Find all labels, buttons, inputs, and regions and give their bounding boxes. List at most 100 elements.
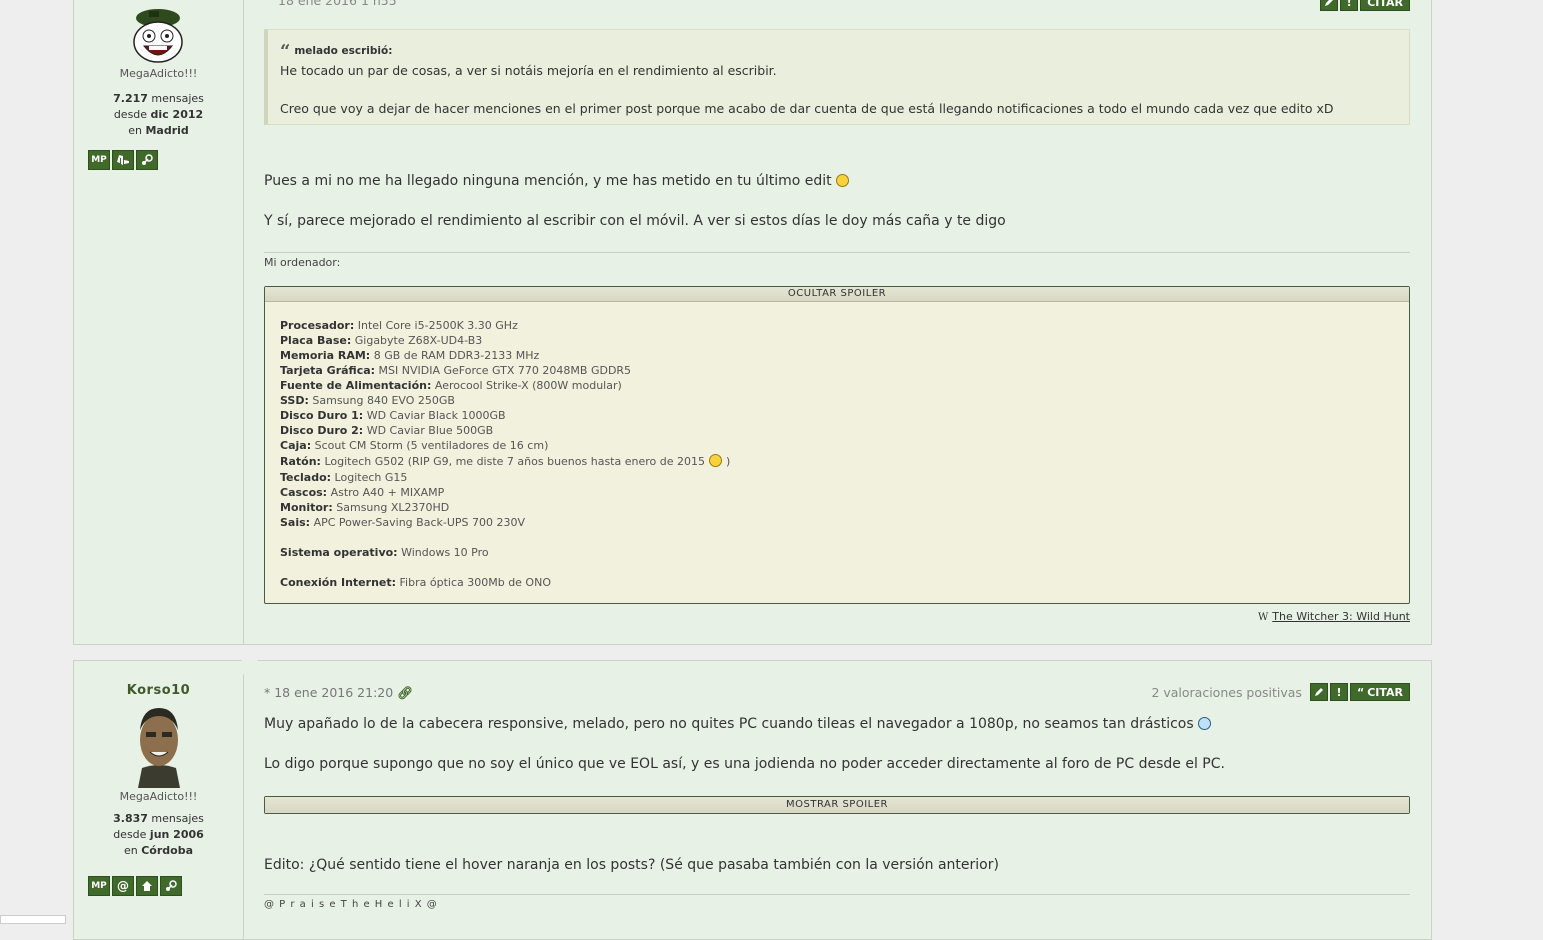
spoiler-box: OCULTAR SPOILER Procesador: Intel Core i…	[264, 286, 1410, 604]
user-stats: 7.217 mensajes desde dic 2012 en Madrid	[74, 91, 243, 139]
location: Córdoba	[141, 844, 194, 857]
spec-list: Procesador: Intel Core i5-2500K 3.30 GHz…	[265, 302, 1409, 606]
quote-block: “melado escribió: He tocado un par de co…	[264, 29, 1410, 125]
spec-value: Fibra óptica 300Mb de ONO	[399, 576, 551, 589]
signature-divider	[264, 252, 1410, 253]
spec-key: Monitor:	[280, 501, 333, 514]
spec-key: Caja:	[280, 439, 312, 452]
spec-value: Scout CM Storm (5 ventiladores de 16 cm)	[314, 439, 549, 452]
spec-row: Disco Duro 1: WD Caviar Black 1000GB	[280, 408, 1394, 423]
post-date[interactable]: 18 ene 2016 21:20	[274, 685, 393, 700]
post-paragraph: Y sí, parece mejorado el rendimiento al …	[264, 213, 1006, 229]
user-info-panel: MegaAdicto!!! 7.217 mensajes desde dic 2…	[74, 0, 244, 644]
spec-key: Teclado:	[280, 471, 332, 484]
citar-label: CITAR	[1367, 685, 1403, 699]
spec-value: Samsung 840 EVO 250GB	[312, 394, 455, 407]
user-stats: 3.837 mensajes desde jun 2006 en Córdoba	[74, 811, 243, 859]
signature: @ P r a i s e T h e H e l i X @	[264, 899, 438, 910]
report-button[interactable]: !	[1329, 683, 1348, 701]
spec-key: Placa Base:	[280, 334, 352, 347]
spec-value: Gigabyte Z68X-UD4-B3	[354, 334, 483, 347]
hide-spoiler-button[interactable]: OCULTAR SPOILER	[265, 287, 1409, 302]
since-word: desde	[113, 108, 148, 121]
post-meta: * 18 ene 2016 21:20 🔗︎	[264, 685, 413, 701]
spec-key: Ratón:	[280, 455, 321, 468]
posts-count: 3.837	[113, 812, 148, 825]
forum-post: Korso10 MegaAdicto!!! 3.837 mensajes des…	[73, 660, 1432, 940]
quote-icon: “	[1356, 685, 1365, 699]
post-paragraph: Muy apañado lo de la cabecera responsive…	[264, 716, 1410, 732]
in-word: en	[123, 844, 138, 857]
spec-row: Cascos: Astro A40 + MIXAMP	[280, 485, 1394, 500]
spec-row: Conexión Internet: Fibra óptica 300Mb de…	[280, 575, 1394, 590]
spec-key: Tarjeta Gráfica:	[280, 364, 376, 377]
at-icon[interactable]: @	[112, 876, 134, 896]
avatar[interactable]	[127, 702, 190, 788]
paragraph-text: Pues a mi no me ha llegado ninguna menci…	[264, 173, 832, 189]
mp-icon[interactable]: MP	[88, 150, 110, 170]
since-date: dic 2012	[150, 108, 204, 121]
spec-key: Procesador:	[280, 319, 355, 332]
spec-row: Placa Base: Gigabyte Z68X-UD4-B3	[280, 333, 1394, 348]
spec-key: Cascos:	[280, 486, 328, 499]
show-spoiler-button[interactable]: MOSTRAR SPOILER	[265, 797, 1409, 813]
spec-row: Disco Duro 2: WD Caviar Blue 500GB	[280, 423, 1394, 438]
posts-count: 7.217	[113, 92, 148, 105]
posts-word: mensajes	[151, 92, 204, 105]
quote-button[interactable]: CITAR	[1360, 0, 1410, 11]
spec-value: Intel Core i5-2500K 3.30 GHz	[357, 319, 518, 332]
spec-row: Teclado: Logitech G15	[280, 470, 1394, 485]
steam-icon[interactable]	[136, 150, 158, 170]
post-paragraph: Pues a mi no me ha llegado ninguna menci…	[264, 173, 1410, 189]
spec-value: Aerocool Strike-X (800W modular)	[434, 379, 622, 392]
spec-row: Memoria RAM: 8 GB de RAM DDR3-2133 MHz	[280, 348, 1394, 363]
spec-value: WD Caviar Black 1000GB	[366, 409, 506, 422]
spec-value: Windows 10 Pro	[401, 546, 489, 559]
quote-line-1: He tocado un par de cosas, a ver si notá…	[280, 63, 777, 78]
edit-button[interactable]	[1320, 0, 1339, 11]
quote-icon: “	[280, 41, 291, 62]
spec-row: Caja: Scout CM Storm (5 ventiladores de …	[280, 438, 1394, 453]
permalink-icon[interactable]: 🔗︎	[397, 685, 413, 700]
spec-row: Monitor: Samsung XL2370HD	[280, 500, 1394, 515]
spec-key: Sistema operativo:	[280, 546, 398, 559]
spec-value: 8 GB de RAM DDR3-2133 MHz	[373, 349, 540, 362]
game-link[interactable]: The Witcher 3: Wild Hunt	[1272, 610, 1410, 623]
username-link[interactable]: Korso10	[74, 683, 243, 698]
horizontal-scrollbar[interactable]	[0, 915, 66, 924]
spec-value: Samsung XL2370HD	[336, 501, 450, 514]
avatar[interactable]	[127, 6, 189, 64]
spec-key: Memoria RAM:	[280, 349, 371, 362]
post-actions: ! CITAR	[1320, 0, 1410, 11]
spec-row: Fuente de Alimentación: Aerocool Strike-…	[280, 378, 1394, 393]
witcher-icon: W	[1257, 612, 1269, 623]
steam-icon[interactable]	[160, 876, 182, 896]
quote-button[interactable]: “CITAR	[1349, 683, 1410, 701]
since-word: desde	[113, 828, 147, 841]
spec-key: SSD:	[280, 394, 309, 407]
post-actions: 2 valoraciones positivas ! “CITAR	[1151, 683, 1410, 701]
posts-word: mensajes	[151, 812, 204, 825]
quote-line-2: Creo que voy a dejar de hacer menciones …	[280, 101, 1334, 116]
mp-icon[interactable]: MP	[88, 876, 110, 896]
spec-key: Sais:	[280, 516, 311, 529]
spec-value: MSI NVIDIA GeForce GTX 770 2048MB GDDR5	[378, 364, 632, 377]
signature-divider	[264, 894, 1410, 895]
sad-icon	[708, 454, 722, 467]
forum-post: MegaAdicto!!! 7.217 mensajes desde dic 2…	[73, 0, 1432, 645]
spoiler-box: MOSTRAR SPOILER	[264, 796, 1410, 814]
valoraciones-count[interactable]: 2 valoraciones positivas	[1151, 685, 1302, 700]
post-star: *	[264, 685, 271, 700]
location: Madrid	[145, 124, 189, 137]
game-line: W The Witcher 3: Wild Hunt	[1258, 610, 1410, 623]
playstation-icon[interactable]	[112, 150, 134, 170]
edit-button[interactable]	[1309, 683, 1328, 701]
report-button[interactable]: !	[1340, 0, 1359, 11]
spec-value: WD Caviar Blue 500GB	[366, 424, 494, 437]
spec-key: Disco Duro 1:	[280, 409, 364, 422]
spec-key: Disco Duro 2:	[280, 424, 364, 437]
spec-row: Tarjeta Gráfica: MSI NVIDIA GeForce GTX …	[280, 363, 1394, 378]
home-icon[interactable]	[136, 876, 158, 896]
since-date: jun 2006	[149, 828, 204, 841]
